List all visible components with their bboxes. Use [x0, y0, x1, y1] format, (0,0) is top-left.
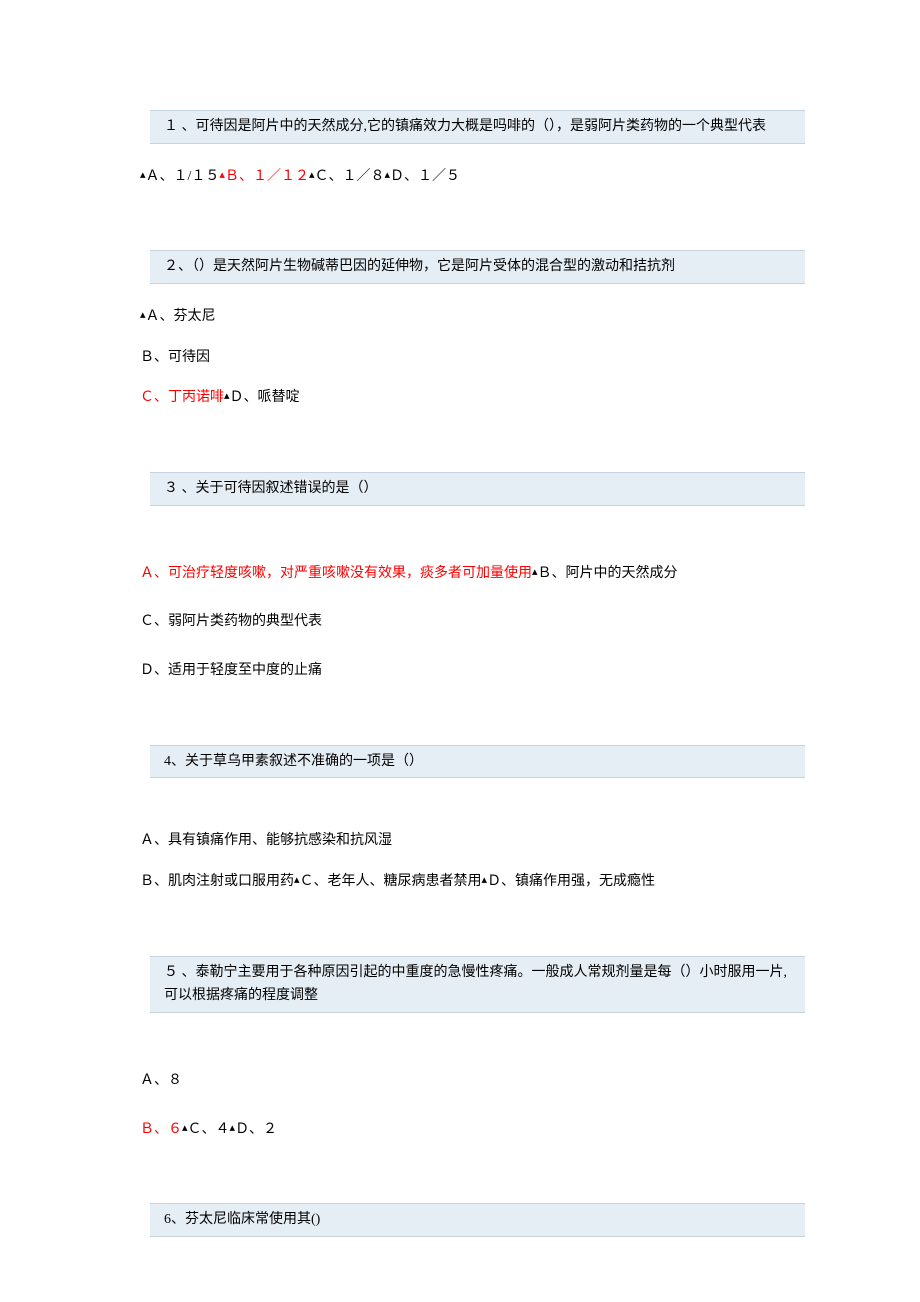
- option: ▴Ｄ、镇痛作用强，无成瘾性: [482, 874, 656, 889]
- document-page: １ 、可待因是阿片中的天然成分,它的镇痛效力大概是吗啡的（），是弱阿片类药物的一…: [0, 0, 920, 1277]
- option-line: Ｄ、适用于轻度至中度的止痛: [140, 658, 805, 685]
- question-stem: １ 、可待因是阿片中的天然成分,它的镇痛效力大概是吗啡的（），是弱阿片类药物的一…: [150, 110, 805, 144]
- answer-area: Ａ、具有镇痛作用、能够抗感染和抗风湿 Ｂ、肌肉注射或口服用药▴Ｃ、老年人、糖尿病…: [140, 828, 805, 895]
- option: Ｄ、适用于轻度至中度的止痛: [140, 663, 322, 678]
- option-label: Ｃ、弱阿片类药物的典型代表: [140, 614, 322, 629]
- answer-area: ▴Ａ、１/１５▴Ｂ、１／１２▴Ｃ、１／８▴Ｄ、１／５: [140, 164, 805, 191]
- stem-text: １ 、可待因是阿片中的天然成分,它的镇痛效力大概是吗啡的（），是弱阿片类药物的一…: [164, 119, 766, 134]
- option-label: Ｄ、镇痛作用强，无成瘾性: [487, 874, 655, 889]
- option-line: Ｂ、肌肉注射或口服用药▴Ｃ、老年人、糖尿病患者禁用▴Ｄ、镇痛作用强，无成瘾性: [140, 869, 805, 896]
- question-stem: ２、（）是天然阿片生物碱蒂巴因的延伸物，它是阿片受体的混合型的激动和拮抗剂: [150, 250, 805, 284]
- option: Ｂ、肌肉注射或口服用药: [140, 874, 294, 889]
- stem-text: ５ 、泰勒宁主要用于各种原因引起的中重度的急慢性疼痛。一般成人常规剂量是每（）小…: [164, 965, 787, 1004]
- option-label: Ｂ、可待因: [140, 350, 210, 365]
- option-label: Ｃ、丁丙诺啡: [140, 390, 224, 405]
- option: Ｃ、丁丙诺啡: [140, 390, 224, 405]
- answer-area: ▴Ａ、芬太尼 Ｂ、可待因 Ｃ、丁丙诺啡▴Ｄ、哌替啶: [140, 304, 805, 412]
- option-label: Ａ、具有镇痛作用、能够抗感染和抗风湿: [140, 833, 392, 848]
- option-line: Ａ、８: [140, 1068, 805, 1095]
- answer-area: Ａ、８ Ｂ、６▴Ｃ、４▴Ｄ、２: [140, 1068, 805, 1143]
- option: ▴Ｃ、１／８: [309, 169, 385, 184]
- option: Ａ、可治疗轻度咳嗽，对严重咳嗽没有效果，痰多者可加量使用: [140, 566, 532, 581]
- option: ▴Ａ、芬太尼: [140, 309, 216, 324]
- option-label: Ｂ、６: [140, 1122, 182, 1137]
- option-label: Ｂ、肌肉注射或口服用药: [140, 874, 294, 889]
- option-label: Ｃ、４: [188, 1122, 230, 1137]
- option: ▴Ｂ、１／１２: [219, 169, 309, 184]
- question-stem: 4、关于草乌甲素叙述不准确的一项是（）: [150, 745, 805, 779]
- option-label: Ａ、１/１５: [146, 169, 220, 184]
- option: Ｂ、可待因: [140, 350, 210, 365]
- option-line: Ａ、具有镇痛作用、能够抗感染和抗风湿: [140, 828, 805, 855]
- question-stem: 6、芬太尼临床常使用其(): [150, 1203, 805, 1237]
- stem-text: 4、关于草乌甲素叙述不准确的一项是（）: [164, 754, 423, 769]
- option: Ｃ、弱阿片类药物的典型代表: [140, 614, 322, 629]
- option-label: Ｂ、阿片中的天然成分: [538, 566, 678, 581]
- stem-text: ２、（）是天然阿片生物碱蒂巴因的延伸物，它是阿片受体的混合型的激动和拮抗剂: [164, 259, 675, 274]
- stem-text: ３ 、关于可待因叙述错误的是（）: [164, 481, 378, 496]
- option: Ａ、８: [140, 1073, 182, 1088]
- option: ▴Ｂ、阿片中的天然成分: [532, 566, 678, 581]
- option-label: Ｄ、哌替啶: [230, 390, 300, 405]
- option-label: Ｄ、１／５: [390, 169, 460, 184]
- option-line: Ｃ、丁丙诺啡▴Ｄ、哌替啶: [140, 385, 805, 412]
- option-label: Ｃ、１／８: [314, 169, 384, 184]
- option-line: ▴Ａ、１/１５▴Ｂ、１／１２▴Ｃ、１／８▴Ｄ、１／５: [140, 164, 805, 191]
- option: Ｂ、６: [140, 1122, 182, 1137]
- question-stem: ５ 、泰勒宁主要用于各种原因引起的中重度的急慢性疼痛。一般成人常规剂量是每（）小…: [150, 956, 805, 1014]
- answer-area: Ａ、可治疗轻度咳嗽，对严重咳嗽没有效果，痰多者可加量使用▴Ｂ、阿片中的天然成分 …: [140, 561, 805, 685]
- option-line: Ｂ、６▴Ｃ、４▴Ｄ、２: [140, 1117, 805, 1144]
- option-label: Ａ、８: [140, 1073, 182, 1088]
- option-label: Ｃ、老年人、糖尿病患者禁用: [300, 874, 482, 889]
- option-line: Ａ、可治疗轻度咳嗽，对严重咳嗽没有效果，痰多者可加量使用▴Ｂ、阿片中的天然成分: [140, 561, 805, 588]
- option-label: Ｂ、１／１２: [225, 169, 309, 184]
- option-line: Ｃ、弱阿片类药物的典型代表: [140, 609, 805, 636]
- option-label: Ａ、芬太尼: [146, 309, 216, 324]
- stem-text: 6、芬太尼临床常使用其(): [164, 1212, 320, 1227]
- option-label: Ｄ、适用于轻度至中度的止痛: [140, 663, 322, 678]
- option: Ａ、具有镇痛作用、能够抗感染和抗风湿: [140, 833, 392, 848]
- option-line: ▴Ａ、芬太尼: [140, 304, 805, 331]
- option: ▴Ｃ、老年人、糖尿病患者禁用: [294, 874, 482, 889]
- question-stem: ３ 、关于可待因叙述错误的是（）: [150, 472, 805, 506]
- option: ▴Ｄ、２: [230, 1122, 278, 1137]
- option: ▴Ｄ、哌替啶: [224, 390, 300, 405]
- option-label: Ｄ、２: [235, 1122, 277, 1137]
- option-label: Ａ、可治疗轻度咳嗽，对严重咳嗽没有效果，痰多者可加量使用: [140, 566, 532, 581]
- option: ▴Ａ、１/１５: [140, 169, 219, 184]
- option-line: Ｂ、可待因: [140, 345, 805, 372]
- option: ▴Ｃ、４: [182, 1122, 230, 1137]
- option: ▴Ｄ、１／５: [384, 169, 460, 184]
